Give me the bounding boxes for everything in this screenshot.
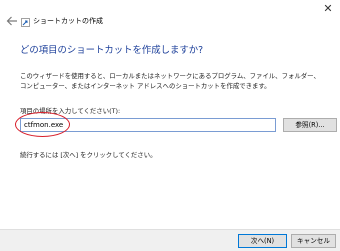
location-label: 項目の場所を入力してください(T): — [20, 107, 121, 115]
window-title: ショートカットの作成 — [33, 17, 103, 25]
page-heading: どの項目のショートカットを作成しますか? — [20, 45, 204, 56]
next-button[interactable]: 次へ(N) — [238, 234, 287, 248]
location-input[interactable] — [20, 118, 276, 132]
browse-button[interactable]: 参照(R)... — [283, 118, 337, 132]
cancel-button[interactable]: キャンセル — [291, 234, 336, 248]
back-button[interactable] — [5, 15, 19, 27]
close-button[interactable]: ✕ — [318, 2, 338, 16]
continue-hint: 続行するには [次へ] をクリックしてください。 — [20, 151, 157, 159]
dialog-footer: 次へ(N) キャンセル — [0, 229, 340, 251]
create-shortcut-dialog: ✕ ショートカットの作成 どの項目のショートカットを作成しますか? このウィザー… — [0, 0, 340, 251]
arrow-left-icon — [6, 16, 17, 26]
description-text: このウィザードを使用すると、ローカルまたはネットワークにあるプログラム、ファイル… — [20, 72, 320, 90]
shortcut-icon — [21, 18, 30, 27]
